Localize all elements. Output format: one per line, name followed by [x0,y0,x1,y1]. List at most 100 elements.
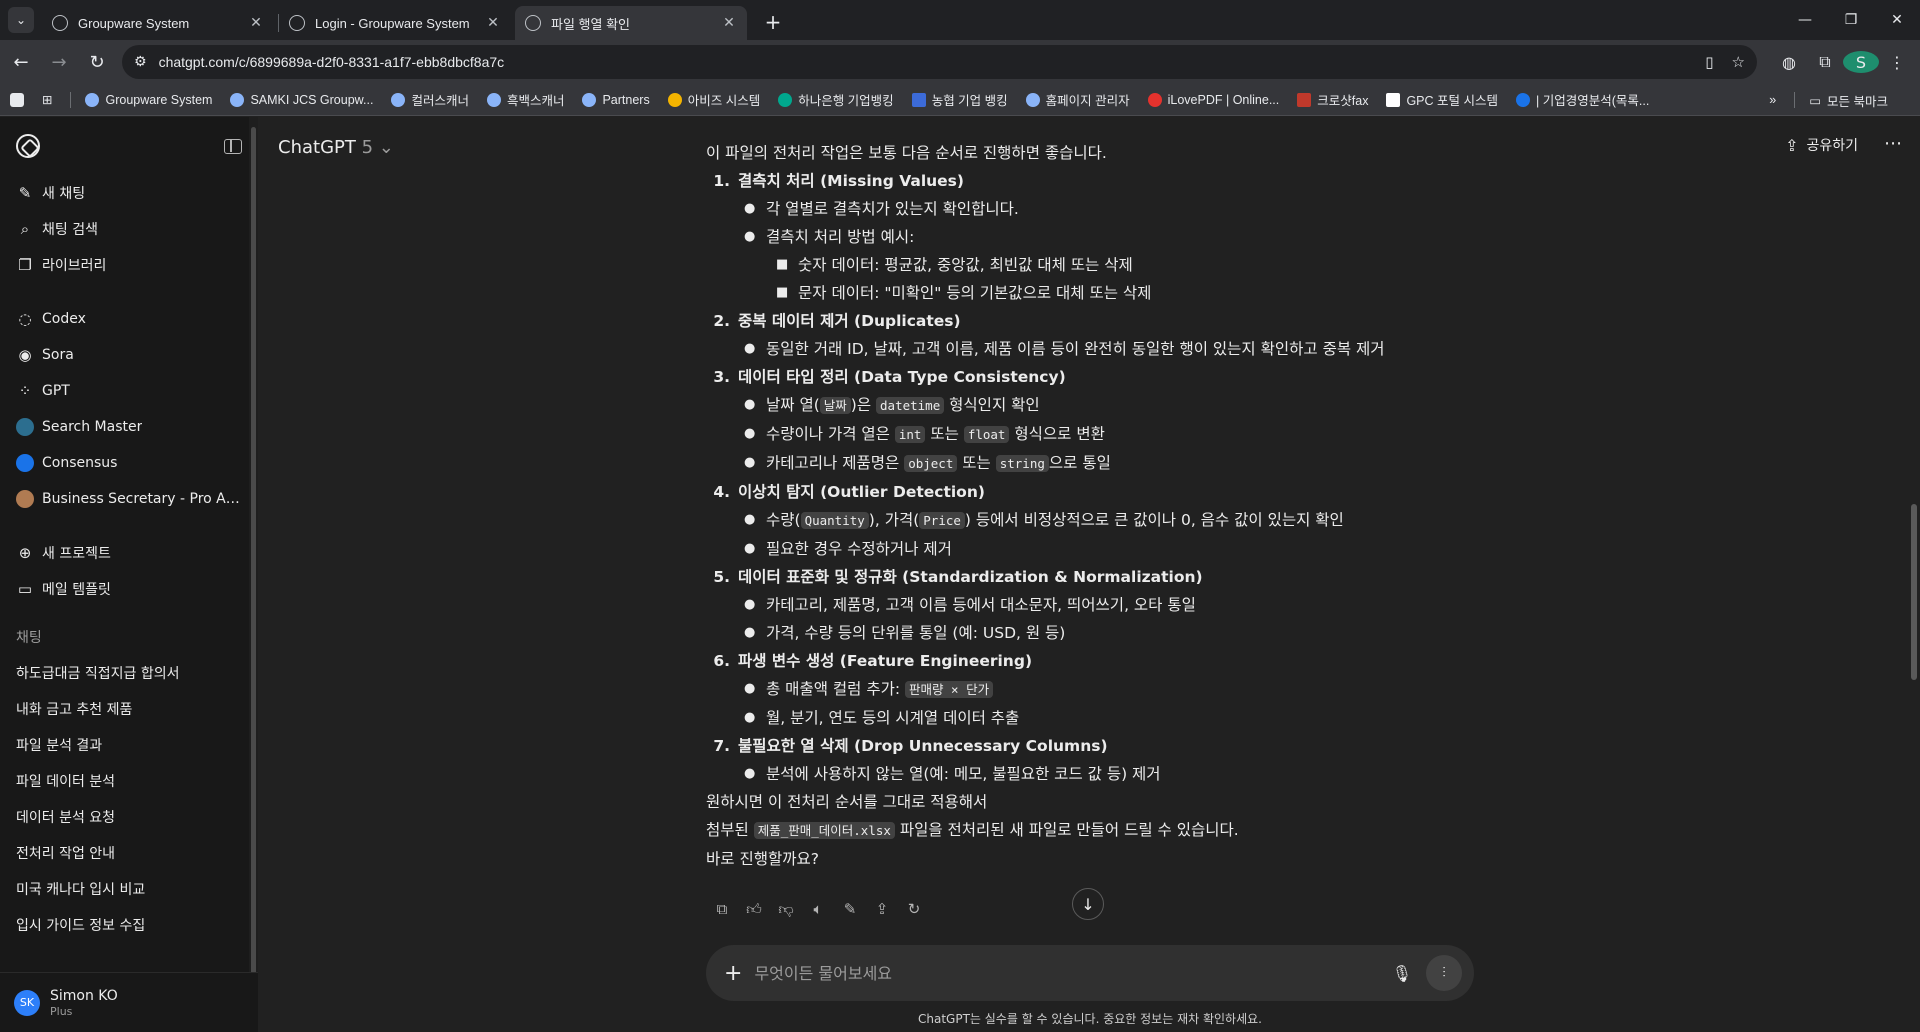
url-text[interactable]: chatgpt.com/c/6899689a-d2f0-8331-a1f7-eb… [159,54,1688,70]
new-tab-button[interactable]: + [761,10,785,34]
bookmark-item[interactable]: 홈페이지 관리자 [1025,90,1130,109]
section-heading: 3. 데이터 타입 정리 (Data Type Consistency) [706,363,1486,391]
more-bookmarks-chevron-icon[interactable]: » [1769,93,1776,107]
bookmark-item[interactable]: Partners [582,92,650,107]
scroll-to-bottom-button[interactable]: ↓ [1072,888,1104,920]
bookmark-item[interactable]: | 기업경영분석(목록... [1516,90,1649,109]
bookmarks-right: » ▭ 모든 북마크 [1769,84,1906,116]
site-info-icon[interactable]: ⚙ [134,54,147,70]
sidebar-item-search-master[interactable]: Search Master [0,409,258,445]
chat-history-item[interactable]: 전처리 작업 안내 [0,835,258,871]
disclaimer-text: ChatGPT는 실수를 할 수 있습니다. 중요한 정보는 재차 확인하세요. [918,1012,1262,1026]
tab-close-icon[interactable]: ✕ [248,15,264,31]
sidebar-item-gpt[interactable]: ⁘ GPT [0,373,258,409]
arrow-down-icon: ↓ [1081,894,1095,914]
sidebar-item-search[interactable]: ⌕ 채팅 검색 [0,211,258,247]
bookmark-item[interactable]: SAMKI JCS Groupw... [230,92,373,107]
bookmark-item[interactable]: Groupware System [85,92,212,107]
bookmark-item[interactable]: 컬러스캐너 [391,90,469,109]
gpt-grid-icon: ⁘ [18,382,32,400]
sidebar-item-label: Codex [42,311,86,327]
forward-arrow-icon[interactable]: → [42,45,76,79]
assistant-message: 이 파일의 전처리 작업은 보통 다음 순서로 진행하면 좋습니다. 1. 결측치… [706,139,1486,873]
prompt-input[interactable] [754,963,1392,983]
sidebar-item-library[interactable]: ❐ 라이브러리 [0,247,258,283]
sidebar-scrollbar[interactable] [249,117,258,1032]
sidebar-item-business-secretary[interactable]: Business Secretary - Pro As... [0,481,258,517]
section-number: 1. [713,172,730,190]
bullet: ● [744,201,756,216]
close-window-icon[interactable]: ✕ [1874,0,1920,40]
copy-icon[interactable]: ⧉ [706,895,738,923]
share-icon[interactable]: ⇪ [866,895,898,923]
translate-globe-icon[interactable]: ◍ [1771,53,1807,72]
sidebar-item-consensus[interactable]: Consensus [0,445,258,481]
chat-history-item[interactable]: 미국 캐나다 입시 비교 [0,871,258,907]
bookmark-star-icon[interactable]: ☆ [1732,53,1745,71]
profile-avatar[interactable]: S [1843,51,1879,73]
list-item: ● 결측치 처리 방법 예시: [706,223,1486,251]
chat-history-item[interactable]: 데이터 분석 요청 [0,799,258,835]
sidebar-item-new-chat[interactable]: ✎ 새 채팅 [0,175,258,211]
minimize-icon[interactable]: — [1782,0,1828,40]
tab-groups-icon[interactable] [10,92,24,107]
sidebar-item-label: 새 채팅 [42,186,86,202]
model-selector[interactable]: ChatGPT 5 ⌄ [278,137,394,158]
bookmark-item[interactable]: GPC 포털 시스템 [1386,90,1498,109]
more-options-icon[interactable]: ⋯ [1884,133,1902,154]
main-scrollbar[interactable] [1908,117,1920,1032]
inline-code: float [963,426,1010,443]
bookmark-item[interactable]: 하나은행 기업뱅킹 [778,90,894,109]
browser-tab[interactable]: Login - Groupware System ✕ [279,6,511,40]
bookmark-item[interactable]: 흑백스캐너 [486,90,564,109]
extensions-puzzle-icon[interactable]: ⧉ [1807,52,1843,72]
list-item-text: 카테고리나 제품명은 object 또는 string 으로 통일 [766,449,1111,478]
sidebar-toggle-icon[interactable] [224,138,242,154]
bookmark-label: iLovePDF | Online... [1167,92,1280,107]
chrome-menu-icon[interactable]: ⋮ [1879,53,1915,72]
all-bookmarks-button[interactable]: ▭ 모든 북마크 [1809,91,1888,110]
thumbs-up-icon[interactable]: 👍︎ [738,895,770,923]
text-fragment: 형식인지 확인 [944,396,1040,414]
bookmark-item[interactable]: 크로샷fax [1297,90,1368,109]
scrollbar-thumb[interactable] [251,127,256,1017]
bookmark-item[interactable]: 농협 기업 뱅킹 [911,90,1008,109]
scrollbar-thumb[interactable] [1911,504,1917,680]
apps-grid-icon[interactable]: ⊞ [42,92,52,107]
share-button[interactable]: ⇪ 공유하기 [1785,135,1858,155]
document-icon[interactable]: ▯ [1705,53,1713,71]
user-account-button[interactable]: SK Simon KO Plus [0,972,258,1032]
chat-history-item[interactable]: 내화 금고 추천 제품 [0,691,258,727]
section-title: 불필요한 열 삭제 (Drop Unnecessary Columns) [738,737,1108,755]
sidebar-item-mail-template[interactable]: ▭ 메일 템플릿 [0,571,258,607]
chat-history-item[interactable]: 입시 가이드 정보 수집 [0,907,258,943]
microphone-icon[interactable]: 🎙︎ [1392,964,1412,983]
chat-history-item[interactable]: 파일 데이터 분석 [0,763,258,799]
openai-logo-icon[interactable] [16,134,40,158]
chat-history-item[interactable]: 하도급대금 직접지급 합의서 [0,655,258,691]
bookmark-item[interactable]: 아비즈 시스템 [667,90,760,109]
browser-tab-active[interactable]: 파일 행열 확인 ✕ [515,6,747,40]
address-bar[interactable]: ⚙ chatgpt.com/c/6899689a-d2f0-8331-a1f7-… [122,45,1757,79]
share-icon: ⇪ [1785,135,1799,155]
attach-plus-icon[interactable]: + [724,961,742,986]
chat-history-item[interactable]: 파일 분석 결과 [0,727,258,763]
reload-icon[interactable]: ↻ [80,45,114,79]
tab-close-icon[interactable]: ✕ [721,15,737,31]
regenerate-icon[interactable]: ↻ [898,895,930,923]
bookmark-item[interactable]: iLovePDF | Online... [1147,92,1280,107]
sidebar-item-codex[interactable]: ◌ Codex [0,301,258,337]
edit-pen-icon[interactable]: ✎ [834,895,866,923]
restore-icon[interactable]: ❐ [1828,0,1874,40]
back-arrow-icon[interactable]: ← [4,45,38,79]
browser-tab[interactable]: Groupware System ✕ [42,6,274,40]
tab-close-icon[interactable]: ✕ [485,15,501,31]
voice-mode-button[interactable]: ⫶ [1426,955,1462,991]
list-item: ● 동일한 거래 ID, 날짜, 고객 이름, 제품 이름 등이 완전히 동일한 … [706,335,1486,363]
tab-search-button[interactable]: ⌄ [8,7,34,33]
sidebar-item-sora[interactable]: ◉ Sora [0,337,258,373]
sidebar-item-new-project[interactable]: ⊕ 새 프로젝트 [0,535,258,571]
bookmark-divider [70,91,72,108]
read-aloud-speaker-icon[interactable]: 🔈︎ [802,895,834,923]
thumbs-down-icon[interactable]: 👎︎ [770,895,802,923]
